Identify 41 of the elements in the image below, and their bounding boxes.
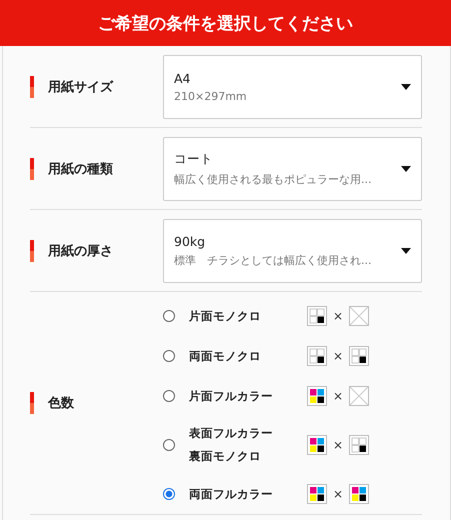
times-sign: × bbox=[333, 349, 344, 363]
field-label: 用紙サイズ bbox=[48, 78, 113, 96]
cmyk-icon bbox=[307, 484, 327, 504]
blank-page-icon bbox=[349, 306, 370, 326]
mono-ink-icon bbox=[307, 306, 327, 326]
dropdown[interactable]: A4 210×297mm bbox=[163, 54, 422, 118]
option-label: 両面モノクロ bbox=[189, 348, 262, 364]
option-label: 片面フルカラー bbox=[189, 388, 274, 404]
dropdown[interactable]: 90kg 標準 チラシとしては幅広く使用され... bbox=[163, 218, 422, 282]
cmyk-icon bbox=[307, 435, 327, 455]
caret-icon bbox=[401, 84, 411, 90]
field-label: 用紙の種類 bbox=[48, 160, 113, 178]
radio-button[interactable] bbox=[163, 488, 175, 500]
option-label: 片面モノクロ bbox=[189, 308, 262, 324]
dropdown[interactable]: コート 幅広く使用される最もポピュラーな用... bbox=[163, 136, 422, 200]
caret-icon bbox=[401, 166, 411, 172]
times-sign: × bbox=[333, 487, 344, 501]
caret-icon bbox=[401, 248, 411, 254]
accent-bar bbox=[30, 240, 34, 262]
radio-button[interactable] bbox=[163, 439, 175, 451]
radio-button[interactable] bbox=[163, 310, 175, 322]
times-sign: × bbox=[333, 438, 344, 452]
option-label: 表面フルカラー bbox=[189, 426, 274, 441]
mono-ink-icon bbox=[307, 346, 327, 366]
times-sign: × bbox=[333, 309, 344, 323]
mono-ink-icon bbox=[349, 435, 370, 455]
option-label: 裏面モノクロ bbox=[189, 449, 262, 464]
page-title: ご希望の条件を選択してください bbox=[0, 0, 451, 46]
accent-bar bbox=[30, 158, 34, 180]
field-label: 用紙の厚さ bbox=[48, 242, 113, 260]
cmyk-icon bbox=[307, 386, 327, 406]
field-label: 色数 bbox=[48, 395, 74, 412]
times-sign: × bbox=[333, 389, 344, 403]
mono-ink-icon bbox=[349, 346, 370, 366]
option-label: 両面フルカラー bbox=[189, 486, 274, 502]
blank-page-icon bbox=[349, 386, 370, 406]
radio-button[interactable] bbox=[163, 390, 175, 402]
radio-button[interactable] bbox=[163, 350, 175, 362]
accent-bar bbox=[30, 76, 34, 98]
accent-bar bbox=[30, 392, 34, 414]
cmyk-icon bbox=[349, 484, 370, 504]
